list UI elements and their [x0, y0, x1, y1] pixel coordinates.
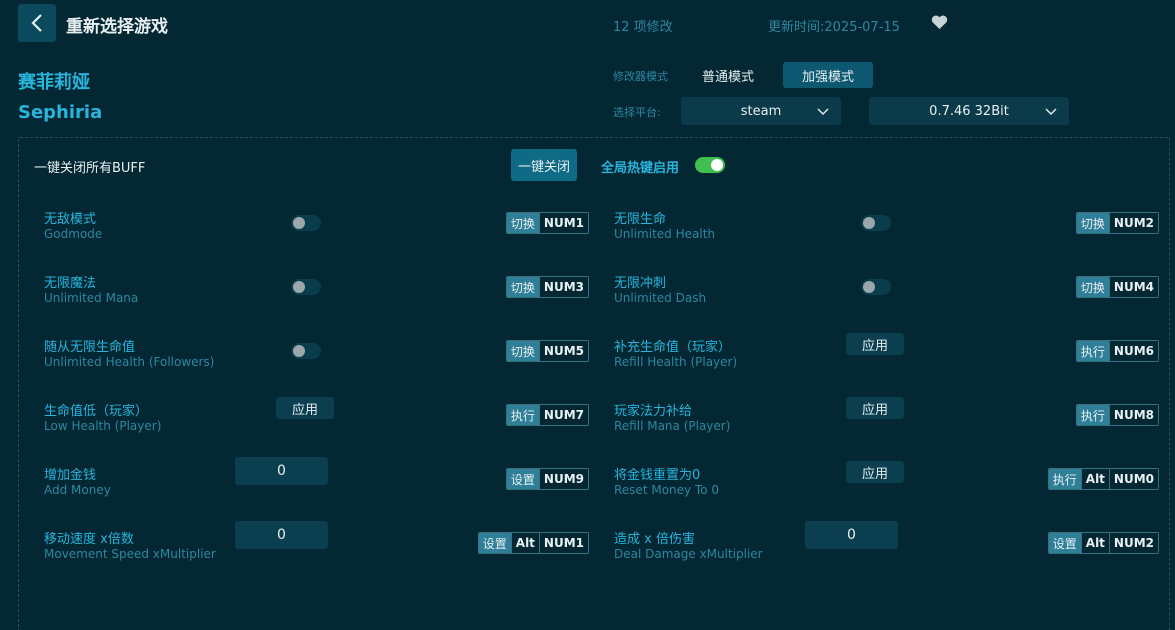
option-toggle[interactable] — [291, 279, 321, 295]
apply-button[interactable]: 应用 — [846, 461, 904, 483]
buff-label: 一键关闭所有BUFF — [34, 157, 145, 176]
hotkey-action-label[interactable]: 执行 — [1077, 405, 1109, 425]
option-label-cn: 补充生命值（玩家） — [614, 336, 731, 355]
hotkey-action-label[interactable]: 切换 — [1077, 277, 1109, 297]
option-label-en: Deal Damage xMultiplier — [614, 547, 763, 561]
option-label-cn: 无限生命 — [614, 208, 666, 227]
option-label-cn: 无限魔法 — [44, 272, 96, 291]
option-toggle[interactable] — [861, 279, 891, 295]
hotkey-key: Alt — [511, 533, 539, 553]
hotkey-key: NUM8 — [1109, 405, 1158, 425]
game-name-cn: 赛菲莉娅 — [18, 68, 90, 94]
hotkey-group[interactable]: 设置NUM9 — [506, 468, 589, 490]
option-label-cn: 无限冲刺 — [614, 272, 666, 291]
version-select[interactable]: 0.7.46 32Bit — [869, 97, 1069, 125]
mode-enhanced-button[interactable]: 加强模式 — [783, 62, 873, 88]
hotkey-key: NUM1 — [539, 533, 588, 553]
chevron-down-icon — [817, 105, 829, 117]
hotkey-action-label[interactable]: 执行 — [1049, 469, 1081, 489]
option-label-en: Unlimited Mana — [44, 291, 138, 305]
option-label-en: Refill Health (Player) — [614, 355, 737, 369]
hotkey-group[interactable]: 执行NUM7 — [506, 404, 589, 426]
hotkey-group[interactable]: 设置AltNUM1 — [478, 532, 589, 554]
platform-value: steam — [741, 104, 782, 119]
hotkey-action-label[interactable]: 切换 — [1077, 213, 1109, 233]
hotkey-action-label[interactable]: 切换 — [507, 341, 539, 361]
mode-normal-button[interactable]: 普通模式 — [688, 62, 768, 88]
hotkey-key: NUM6 — [1109, 341, 1158, 361]
page-title[interactable]: 重新选择游戏 — [66, 12, 168, 37]
option-toggle[interactable] — [291, 215, 321, 231]
hotkey-group[interactable]: 切换NUM4 — [1076, 276, 1159, 298]
hotkey-key: NUM2 — [1109, 213, 1158, 233]
hotkey-key: Alt — [1081, 533, 1109, 553]
hotkey-key: NUM9 — [539, 469, 588, 489]
hotkey-key: Alt — [1081, 469, 1109, 489]
global-hotkey-toggle[interactable] — [695, 157, 725, 173]
heart-icon[interactable] — [931, 15, 948, 34]
hotkey-action-label[interactable]: 设置 — [479, 533, 511, 553]
platform-select[interactable]: steam — [681, 97, 841, 125]
option-toggle[interactable] — [861, 215, 891, 231]
hotkey-key: NUM2 — [1109, 533, 1158, 553]
mod-count: 12 项修改 — [613, 16, 673, 35]
option-label-en: Movement Speed xMultiplier — [44, 547, 216, 561]
mode-label: 修改器模式 — [613, 68, 668, 84]
value-input[interactable]: 0 — [235, 457, 328, 485]
hotkey-group[interactable]: 切换NUM2 — [1076, 212, 1159, 234]
value-input[interactable]: 0 — [235, 521, 328, 549]
apply-button[interactable]: 应用 — [276, 397, 334, 419]
option-label-en: Unlimited Dash — [614, 291, 706, 305]
option-label-en: Unlimited Health (Followers) — [44, 355, 214, 369]
hotkey-key: NUM3 — [539, 277, 588, 297]
global-hotkey-label: 全局热键启用 — [601, 157, 679, 176]
option-label-cn: 将金钱重置为0 — [614, 464, 700, 483]
option-toggle[interactable] — [291, 343, 321, 359]
option-label-en: Refill Mana (Player) — [614, 419, 730, 433]
option-label-cn: 移动速度 x倍数 — [44, 528, 134, 547]
hotkey-group[interactable]: 切换NUM5 — [506, 340, 589, 362]
hotkey-key: NUM0 — [1109, 469, 1158, 489]
hotkey-action-label[interactable]: 设置 — [507, 469, 539, 489]
hotkey-group[interactable]: 执行NUM8 — [1076, 404, 1159, 426]
hotkey-key: NUM7 — [539, 405, 588, 425]
apply-button[interactable]: 应用 — [846, 397, 904, 419]
option-label-cn: 生命值低（玩家） — [44, 400, 148, 419]
hotkey-action-label[interactable]: 执行 — [507, 405, 539, 425]
platform-label: 选择平台: — [613, 104, 661, 120]
option-label-en: Low Health (Player) — [44, 419, 161, 433]
hotkey-group[interactable]: 切换NUM1 — [506, 212, 589, 234]
option-label-cn: 随从无限生命值 — [44, 336, 135, 355]
hotkey-group[interactable]: 执行NUM6 — [1076, 340, 1159, 362]
option-label-cn: 增加金钱 — [44, 464, 96, 483]
option-label-en: Add Money — [44, 483, 111, 497]
option-label-cn: 玩家法力补给 — [614, 400, 692, 419]
option-label-en: Godmode — [44, 227, 102, 241]
hotkey-key: NUM4 — [1109, 277, 1158, 297]
back-button[interactable] — [18, 4, 56, 42]
hotkey-action-label[interactable]: 执行 — [1077, 341, 1109, 361]
close-all-buff-button[interactable]: 一键关闭 — [511, 149, 577, 181]
hotkey-group[interactable]: 执行AltNUM0 — [1048, 468, 1159, 490]
hotkey-action-label[interactable]: 切换 — [507, 277, 539, 297]
hotkey-group[interactable]: 设置AltNUM2 — [1048, 532, 1159, 554]
option-label-en: Reset Money To 0 — [614, 483, 719, 497]
apply-button[interactable]: 应用 — [846, 333, 904, 355]
option-label-cn: 无敌模式 — [44, 208, 96, 227]
update-time: 更新时间:2025-07-15 — [768, 16, 900, 35]
hotkey-group[interactable]: 切换NUM3 — [506, 276, 589, 298]
hotkey-action-label[interactable]: 切换 — [507, 213, 539, 233]
option-label-cn: 造成 x 倍伤害 — [614, 528, 695, 547]
chevron-left-icon — [30, 13, 44, 33]
value-input[interactable]: 0 — [805, 521, 898, 549]
version-value: 0.7.46 32Bit — [929, 104, 1009, 119]
chevron-down-icon — [1045, 105, 1057, 117]
game-name-en: Sephiria — [18, 102, 102, 123]
hotkey-action-label[interactable]: 设置 — [1049, 533, 1081, 553]
option-label-en: Unlimited Health — [614, 227, 715, 241]
hotkey-key: NUM5 — [539, 341, 588, 361]
hotkey-key: NUM1 — [539, 213, 588, 233]
